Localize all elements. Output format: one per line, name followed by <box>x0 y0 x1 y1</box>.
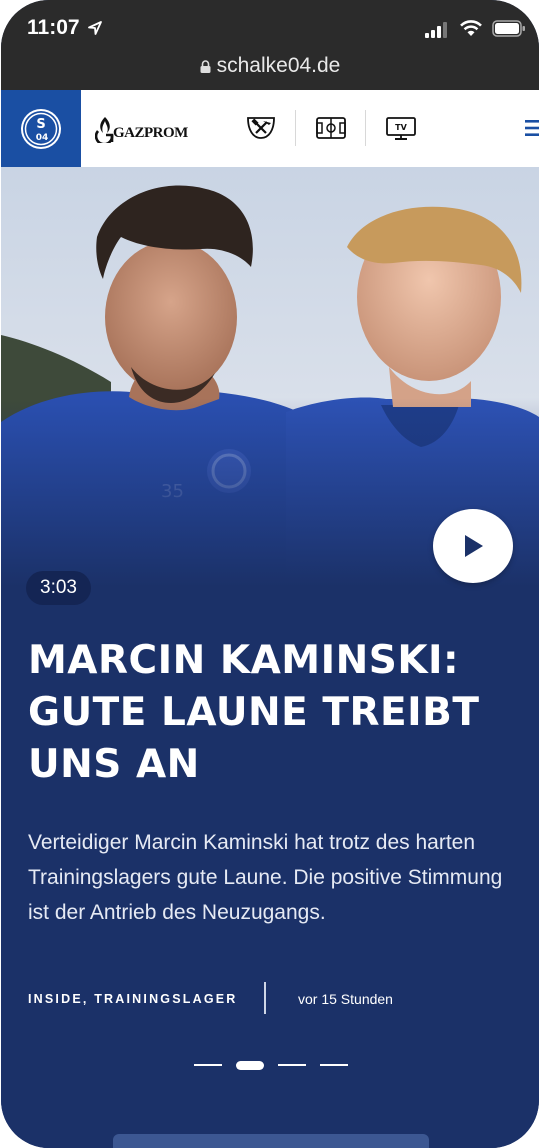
sponsor-name: GAZPROM <box>113 124 188 141</box>
site-header: S 04 GAZPROM TV <box>1 90 539 167</box>
status-time: 11:07 <box>27 16 80 39</box>
article-time: vor 15 Stunden <box>298 991 393 1007</box>
play-video-button[interactable] <box>433 509 513 583</box>
hammer-and-pick-icon[interactable] <box>245 114 277 142</box>
sponsor-logo[interactable]: GAZPROM <box>95 114 188 144</box>
article-teaser: Verteidiger Marcin Kaminski hat trotz de… <box>28 831 503 924</box>
menu-icon[interactable] <box>525 119 539 137</box>
carousel-pager <box>194 1060 362 1070</box>
tv-icon-label: TV <box>395 123 407 132</box>
status-bar: 11:07 <box>1 0 539 48</box>
video-duration-badge: 3:03 <box>26 571 91 605</box>
meta-divider <box>264 982 266 1014</box>
browser-url-bar[interactable]: schalke04.de <box>1 48 539 90</box>
svg-text:04: 04 <box>36 133 49 143</box>
pitch-icon[interactable] <box>315 114 347 142</box>
article-headline[interactable]: MARCIN KAMINSKI: GUTE LAUNE TREIBT UNS A… <box>28 635 528 791</box>
pager-dot[interactable] <box>194 1064 222 1066</box>
location-arrow-icon <box>88 21 102 35</box>
pager-dot[interactable] <box>320 1064 348 1066</box>
nav-divider <box>295 110 296 146</box>
lock-icon <box>200 59 211 73</box>
battery-icon <box>492 20 525 37</box>
pager-dot-active[interactable] <box>236 1060 264 1070</box>
nav-divider <box>365 110 366 146</box>
play-icon <box>465 535 483 557</box>
club-logo-link[interactable]: S 04 <box>1 90 81 167</box>
pager-dot[interactable] <box>278 1064 306 1066</box>
cellular-signal-icon <box>425 22 447 38</box>
sponsor-flame-icon <box>95 117 114 143</box>
article-category[interactable]: INSIDE, TRAININGSLAGER <box>28 992 238 1006</box>
url-text: schalke04.de <box>216 54 341 77</box>
tv-icon[interactable]: TV <box>385 114 417 142</box>
svg-text:S: S <box>36 117 45 132</box>
url-display[interactable]: schalke04.de <box>200 54 341 78</box>
hero-teaser[interactable]: 35 3:03 MARCIN KAMINSKI: GUTE LAUNE TREI… <box>1 167 539 1148</box>
article-meta: INSIDE, TRAININGSLAGER vor 15 Stunden <box>28 982 528 1016</box>
schalke-04-crest-icon: S 04 <box>21 108 61 149</box>
next-section-peek <box>113 1134 429 1148</box>
phone-frame: 11:07 schalke04.de S 04 GAZPROM TV 3:03 … <box>1 0 539 1148</box>
wifi-icon <box>460 20 482 36</box>
